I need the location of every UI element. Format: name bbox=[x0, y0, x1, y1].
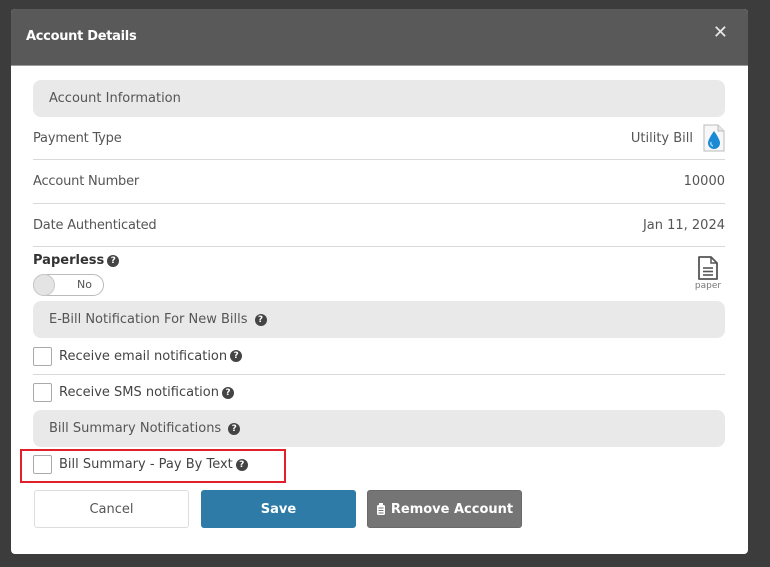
section-title: Bill Summary Notifications bbox=[49, 421, 222, 436]
option-label: Bill Summary - Pay By Text bbox=[59, 457, 233, 472]
help-icon[interactable]: ? bbox=[230, 350, 243, 362]
account-number-row: Account Number 10000 bbox=[33, 160, 725, 204]
help-icon[interactable]: ? bbox=[107, 255, 120, 267]
help-icon[interactable]: ? bbox=[235, 458, 248, 471]
option-label: Receive email notification bbox=[59, 348, 228, 364]
email-notification-option: Receive email notification? bbox=[33, 338, 725, 375]
modal-title: Account Details bbox=[26, 29, 137, 44]
remove-account-button[interactable]: Remove Account bbox=[367, 490, 522, 528]
help-icon[interactable]: ? bbox=[222, 386, 234, 399]
email-notification-checkbox[interactable] bbox=[33, 346, 52, 366]
option-label: Receive SMS notification bbox=[59, 385, 219, 400]
paper-icon-label: paper bbox=[694, 281, 722, 291]
help-icon[interactable]: ? bbox=[228, 422, 241, 435]
toggle-label: No bbox=[77, 278, 92, 291]
remove-label: Remove Account bbox=[390, 501, 514, 517]
account-number-label: Account Number bbox=[33, 174, 140, 189]
trash-icon bbox=[376, 503, 385, 515]
sms-notification-option: Receive SMS notification? bbox=[33, 375, 725, 410]
account-details-modal: Account Details ✕ Account Information Pa… bbox=[11, 9, 748, 554]
paperless-toggle[interactable]: No bbox=[33, 274, 104, 296]
paperless-label-wrap: Paperless? bbox=[33, 253, 120, 268]
payment-type-label: Payment Type bbox=[33, 130, 122, 146]
save-label: Save bbox=[260, 501, 297, 517]
help-icon[interactable]: ? bbox=[254, 313, 267, 326]
paper-document-icon bbox=[698, 256, 718, 280]
section-title: E-Bill Notification For New Bills bbox=[49, 312, 248, 327]
cancel-label: Cancel bbox=[89, 501, 134, 517]
section-bill-summary-notifications: Bill Summary Notifications? bbox=[33, 410, 725, 447]
sms-notification-checkbox[interactable] bbox=[33, 383, 52, 402]
paper-icon-wrap: paper bbox=[691, 255, 725, 291]
pay-by-text-option: Bill Summary - Pay By Text? bbox=[33, 455, 248, 474]
pay-by-text-row: Bill Summary - Pay By Text? bbox=[20, 447, 725, 487]
paperless-label: Paperless bbox=[33, 253, 105, 268]
date-authenticated-label: Date Authenticated bbox=[33, 217, 157, 233]
toggle-knob bbox=[33, 274, 55, 296]
section-ebill-notification: E-Bill Notification For New Bills? bbox=[33, 301, 725, 338]
modal-header: Account Details ✕ bbox=[11, 9, 748, 66]
pay-by-text-checkbox[interactable] bbox=[33, 455, 52, 474]
modal-body: Account Information Payment Type Utility… bbox=[20, 80, 725, 487]
account-number-value: 10000 bbox=[683, 174, 725, 189]
paperless-row: Paperless? No paper bbox=[33, 247, 725, 301]
section-title: Account Information bbox=[49, 91, 181, 106]
cancel-button[interactable]: Cancel bbox=[34, 490, 189, 528]
water-drop-document-icon bbox=[703, 124, 725, 152]
date-authenticated-value: Jan 11, 2024 bbox=[642, 217, 725, 233]
save-button[interactable]: Save bbox=[201, 490, 356, 528]
payment-type-value: Utility Bill bbox=[630, 130, 693, 146]
date-authenticated-row: Date Authenticated Jan 11, 2024 bbox=[33, 204, 725, 247]
close-icon[interactable]: ✕ bbox=[713, 23, 728, 43]
section-account-information: Account Information bbox=[33, 80, 725, 117]
payment-type-row: Payment Type Utility Bill bbox=[33, 117, 725, 160]
